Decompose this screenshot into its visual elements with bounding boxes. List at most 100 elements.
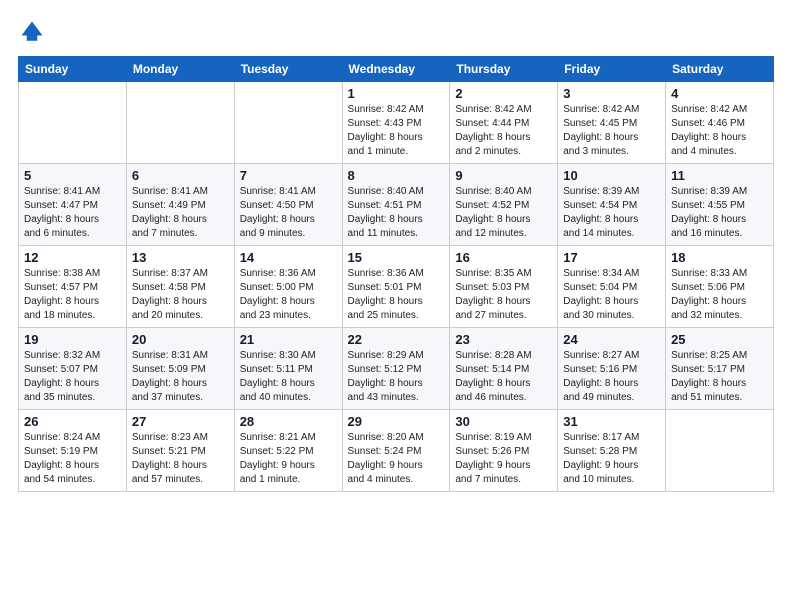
calendar-week-row: 26 Sunrise: 8:24 AM Sunset: 5:19 PM Dayli…: [19, 410, 774, 492]
table-row: [666, 410, 774, 492]
table-row: [234, 82, 342, 164]
day-info: Sunrise: 8:42 AM Sunset: 4:46 PM Dayligh…: [671, 103, 768, 159]
table-row: 20 Sunrise: 8:31 AM Sunset: 5:09 PM Dayli…: [126, 328, 234, 410]
day-number: 3: [563, 86, 660, 101]
day-number: 8: [348, 168, 445, 183]
day-number: 24: [563, 332, 660, 347]
day-info: Sunrise: 8:36 AM Sunset: 5:00 PM Dayligh…: [240, 267, 337, 323]
table-row: 25 Sunrise: 8:25 AM Sunset: 5:17 PM Dayli…: [666, 328, 774, 410]
day-info: Sunrise: 8:24 AM Sunset: 5:19 PM Dayligh…: [24, 431, 121, 487]
day-info: Sunrise: 8:20 AM Sunset: 5:24 PM Dayligh…: [348, 431, 445, 487]
day-number: 31: [563, 414, 660, 429]
day-info: Sunrise: 8:30 AM Sunset: 5:11 PM Dayligh…: [240, 349, 337, 405]
day-number: 1: [348, 86, 445, 101]
day-number: 17: [563, 250, 660, 265]
day-info: Sunrise: 8:39 AM Sunset: 4:55 PM Dayligh…: [671, 185, 768, 241]
day-info: Sunrise: 8:28 AM Sunset: 5:14 PM Dayligh…: [455, 349, 552, 405]
table-row: 30 Sunrise: 8:19 AM Sunset: 5:26 PM Dayli…: [450, 410, 558, 492]
table-row: 5 Sunrise: 8:41 AM Sunset: 4:47 PM Daylig…: [19, 164, 127, 246]
table-row: 29Sunrise: 8:20 AM Sunset: 5:24 PM Dayli…: [342, 410, 450, 492]
day-info: Sunrise: 8:42 AM Sunset: 4:43 PM Dayligh…: [348, 103, 445, 159]
day-number: 26: [24, 414, 121, 429]
table-row: 19Sunrise: 8:32 AM Sunset: 5:07 PM Dayli…: [19, 328, 127, 410]
day-number: 4: [671, 86, 768, 101]
col-tuesday: Tuesday: [234, 57, 342, 82]
col-sunday: Sunday: [19, 57, 127, 82]
table-row: 18 Sunrise: 8:33 AM Sunset: 5:06 PM Dayli…: [666, 246, 774, 328]
table-row: 4 Sunrise: 8:42 AM Sunset: 4:46 PM Daylig…: [666, 82, 774, 164]
table-row: 17 Sunrise: 8:34 AM Sunset: 5:04 PM Dayli…: [558, 246, 666, 328]
day-info: Sunrise: 8:19 AM Sunset: 5:26 PM Dayligh…: [455, 431, 552, 487]
day-info: Sunrise: 8:38 AM Sunset: 4:57 PM Dayligh…: [24, 267, 121, 323]
col-thursday: Thursday: [450, 57, 558, 82]
day-number: 30: [455, 414, 552, 429]
day-number: 14: [240, 250, 337, 265]
table-row: 1 Sunrise: 8:42 AM Sunset: 4:43 PM Daylig…: [342, 82, 450, 164]
col-wednesday: Wednesday: [342, 57, 450, 82]
table-row: 16 Sunrise: 8:35 AM Sunset: 5:03 PM Dayli…: [450, 246, 558, 328]
day-info: Sunrise: 8:27 AM Sunset: 5:16 PM Dayligh…: [563, 349, 660, 405]
day-info: Sunrise: 8:37 AM Sunset: 4:58 PM Dayligh…: [132, 267, 229, 323]
table-row: 28Sunrise: 8:21 AM Sunset: 5:22 PM Dayli…: [234, 410, 342, 492]
table-row: 2Sunrise: 8:42 AM Sunset: 4:44 PM Daylig…: [450, 82, 558, 164]
day-info: Sunrise: 8:41 AM Sunset: 4:49 PM Dayligh…: [132, 185, 229, 241]
col-friday: Friday: [558, 57, 666, 82]
day-info: Sunrise: 8:36 AM Sunset: 5:01 PM Dayligh…: [348, 267, 445, 323]
day-info: Sunrise: 8:33 AM Sunset: 5:06 PM Dayligh…: [671, 267, 768, 323]
day-number: 7: [240, 168, 337, 183]
table-row: 9 Sunrise: 8:40 AM Sunset: 4:52 PM Daylig…: [450, 164, 558, 246]
day-info: Sunrise: 8:41 AM Sunset: 4:50 PM Dayligh…: [240, 185, 337, 241]
day-info: Sunrise: 8:42 AM Sunset: 4:45 PM Dayligh…: [563, 103, 660, 159]
day-number: 10: [563, 168, 660, 183]
day-number: 16: [455, 250, 552, 265]
table-row: 26 Sunrise: 8:24 AM Sunset: 5:19 PM Dayli…: [19, 410, 127, 492]
header: [18, 18, 774, 46]
table-row: 11Sunrise: 8:39 AM Sunset: 4:55 PM Dayli…: [666, 164, 774, 246]
table-row: 3 Sunrise: 8:42 AM Sunset: 4:45 PM Daylig…: [558, 82, 666, 164]
table-row: 10 Sunrise: 8:39 AM Sunset: 4:54 PM Dayli…: [558, 164, 666, 246]
day-number: 20: [132, 332, 229, 347]
day-info: Sunrise: 8:31 AM Sunset: 5:09 PM Dayligh…: [132, 349, 229, 405]
day-info: Sunrise: 8:39 AM Sunset: 4:54 PM Dayligh…: [563, 185, 660, 241]
day-info: Sunrise: 8:17 AM Sunset: 5:28 PM Dayligh…: [563, 431, 660, 487]
day-info: Sunrise: 8:40 AM Sunset: 4:51 PM Dayligh…: [348, 185, 445, 241]
table-row: 24 Sunrise: 8:27 AM Sunset: 5:16 PM Dayli…: [558, 328, 666, 410]
logo: [18, 18, 50, 46]
day-info: Sunrise: 8:25 AM Sunset: 5:17 PM Dayligh…: [671, 349, 768, 405]
table-row: [19, 82, 127, 164]
table-row: 6 Sunrise: 8:41 AM Sunset: 4:49 PM Daylig…: [126, 164, 234, 246]
day-number: 6: [132, 168, 229, 183]
calendar: Sunday Monday Tuesday Wednesday Thursday…: [18, 56, 774, 492]
page: Sunday Monday Tuesday Wednesday Thursday…: [0, 0, 792, 612]
day-number: 9: [455, 168, 552, 183]
day-number: 23: [455, 332, 552, 347]
col-monday: Monday: [126, 57, 234, 82]
day-number: 12: [24, 250, 121, 265]
calendar-week-row: 19Sunrise: 8:32 AM Sunset: 5:07 PM Dayli…: [19, 328, 774, 410]
day-number: 15: [348, 250, 445, 265]
table-row: [126, 82, 234, 164]
table-row: 23 Sunrise: 8:28 AM Sunset: 5:14 PM Dayli…: [450, 328, 558, 410]
day-info: Sunrise: 8:40 AM Sunset: 4:52 PM Dayligh…: [455, 185, 552, 241]
day-number: 27: [132, 414, 229, 429]
logo-icon: [18, 18, 46, 46]
day-number: 13: [132, 250, 229, 265]
table-row: 21 Sunrise: 8:30 AM Sunset: 5:11 PM Dayli…: [234, 328, 342, 410]
day-number: 18: [671, 250, 768, 265]
table-row: 8 Sunrise: 8:40 AM Sunset: 4:51 PM Daylig…: [342, 164, 450, 246]
table-row: 7 Sunrise: 8:41 AM Sunset: 4:50 PM Daylig…: [234, 164, 342, 246]
day-info: Sunrise: 8:23 AM Sunset: 5:21 PM Dayligh…: [132, 431, 229, 487]
calendar-header-row: Sunday Monday Tuesday Wednesday Thursday…: [19, 57, 774, 82]
day-number: 2: [455, 86, 552, 101]
day-info: Sunrise: 8:32 AM Sunset: 5:07 PM Dayligh…: [24, 349, 121, 405]
day-number: 21: [240, 332, 337, 347]
day-info: Sunrise: 8:29 AM Sunset: 5:12 PM Dayligh…: [348, 349, 445, 405]
day-info: Sunrise: 8:35 AM Sunset: 5:03 PM Dayligh…: [455, 267, 552, 323]
table-row: 13 Sunrise: 8:37 AM Sunset: 4:58 PM Dayli…: [126, 246, 234, 328]
table-row: 14 Sunrise: 8:36 AM Sunset: 5:00 PM Dayli…: [234, 246, 342, 328]
table-row: 22Sunrise: 8:29 AM Sunset: 5:12 PM Dayli…: [342, 328, 450, 410]
day-number: 25: [671, 332, 768, 347]
day-info: Sunrise: 8:41 AM Sunset: 4:47 PM Dayligh…: [24, 185, 121, 241]
day-info: Sunrise: 8:34 AM Sunset: 5:04 PM Dayligh…: [563, 267, 660, 323]
day-number: 5: [24, 168, 121, 183]
